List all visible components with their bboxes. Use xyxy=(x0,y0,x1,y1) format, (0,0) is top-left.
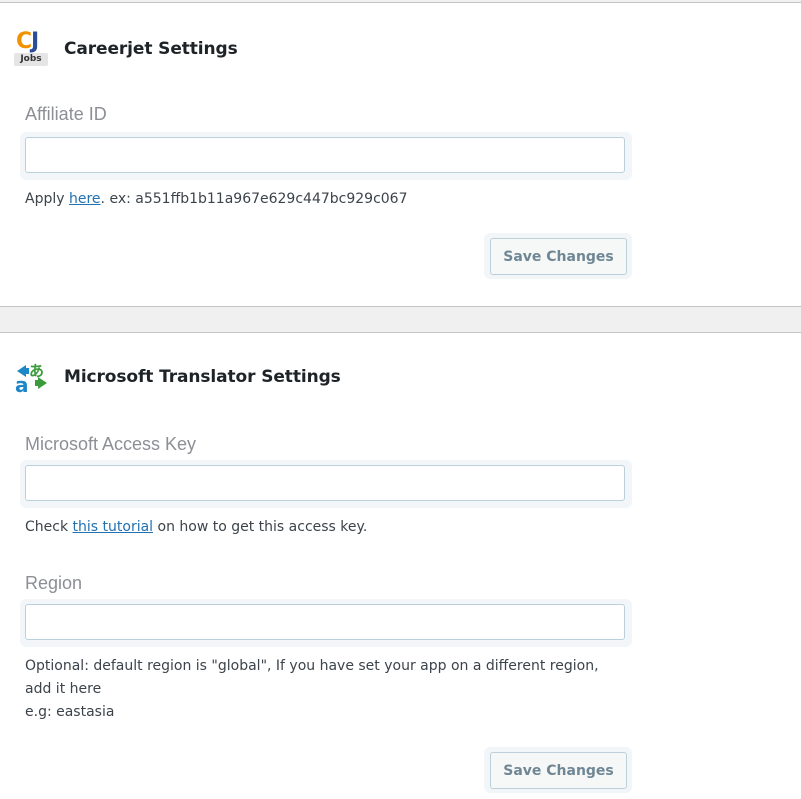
translator-settings-panel: a あ Microsoft Translator Settings Micros… xyxy=(0,332,801,799)
access-key-label: Microsoft Access Key xyxy=(25,434,197,454)
access-key-field-wrap xyxy=(20,460,632,508)
careerjet-title: Careerjet Settings xyxy=(64,39,238,59)
svg-text:a: a xyxy=(15,373,29,395)
affiliate-id-label: Affiliate ID xyxy=(25,104,107,124)
translator-save-button[interactable]: Save Changes xyxy=(490,752,627,789)
access-key-help-text: Check this tutorial on how to get this a… xyxy=(25,519,368,535)
careerjet-header: C J Jobs Careerjet Settings xyxy=(14,29,238,67)
careerjet-save-wrap: Save Changes xyxy=(484,233,632,279)
translator-logo-icon: a あ xyxy=(14,359,50,397)
translator-save-wrap: Save Changes xyxy=(484,747,632,793)
translator-logo-svg: a あ xyxy=(15,362,47,397)
translator-header: a あ Microsoft Translator Settings xyxy=(14,359,341,397)
careerjet-settings-panel: C J Jobs Careerjet Settings Affiliate ID… xyxy=(0,2,801,307)
region-field-wrap xyxy=(20,599,632,647)
careerjet-logo-icon: C J Jobs xyxy=(14,29,50,67)
access-key-input[interactable] xyxy=(25,465,625,501)
careerjet-save-button[interactable]: Save Changes xyxy=(490,238,627,275)
region-help-text: Optional: default region is "global", If… xyxy=(25,658,599,720)
region-label: Region xyxy=(25,573,83,593)
apply-here-link[interactable]: here xyxy=(69,191,101,207)
translator-title: Microsoft Translator Settings xyxy=(64,367,341,387)
affiliate-help-text: Apply here. ex: a551ffb1b11a967e629c447b… xyxy=(25,191,408,207)
region-input[interactable] xyxy=(25,604,625,640)
tutorial-link[interactable]: this tutorial xyxy=(73,519,154,535)
affiliate-id-field-wrap xyxy=(20,132,632,180)
svg-text:あ: あ xyxy=(29,362,44,380)
affiliate-id-input[interactable] xyxy=(25,137,625,173)
